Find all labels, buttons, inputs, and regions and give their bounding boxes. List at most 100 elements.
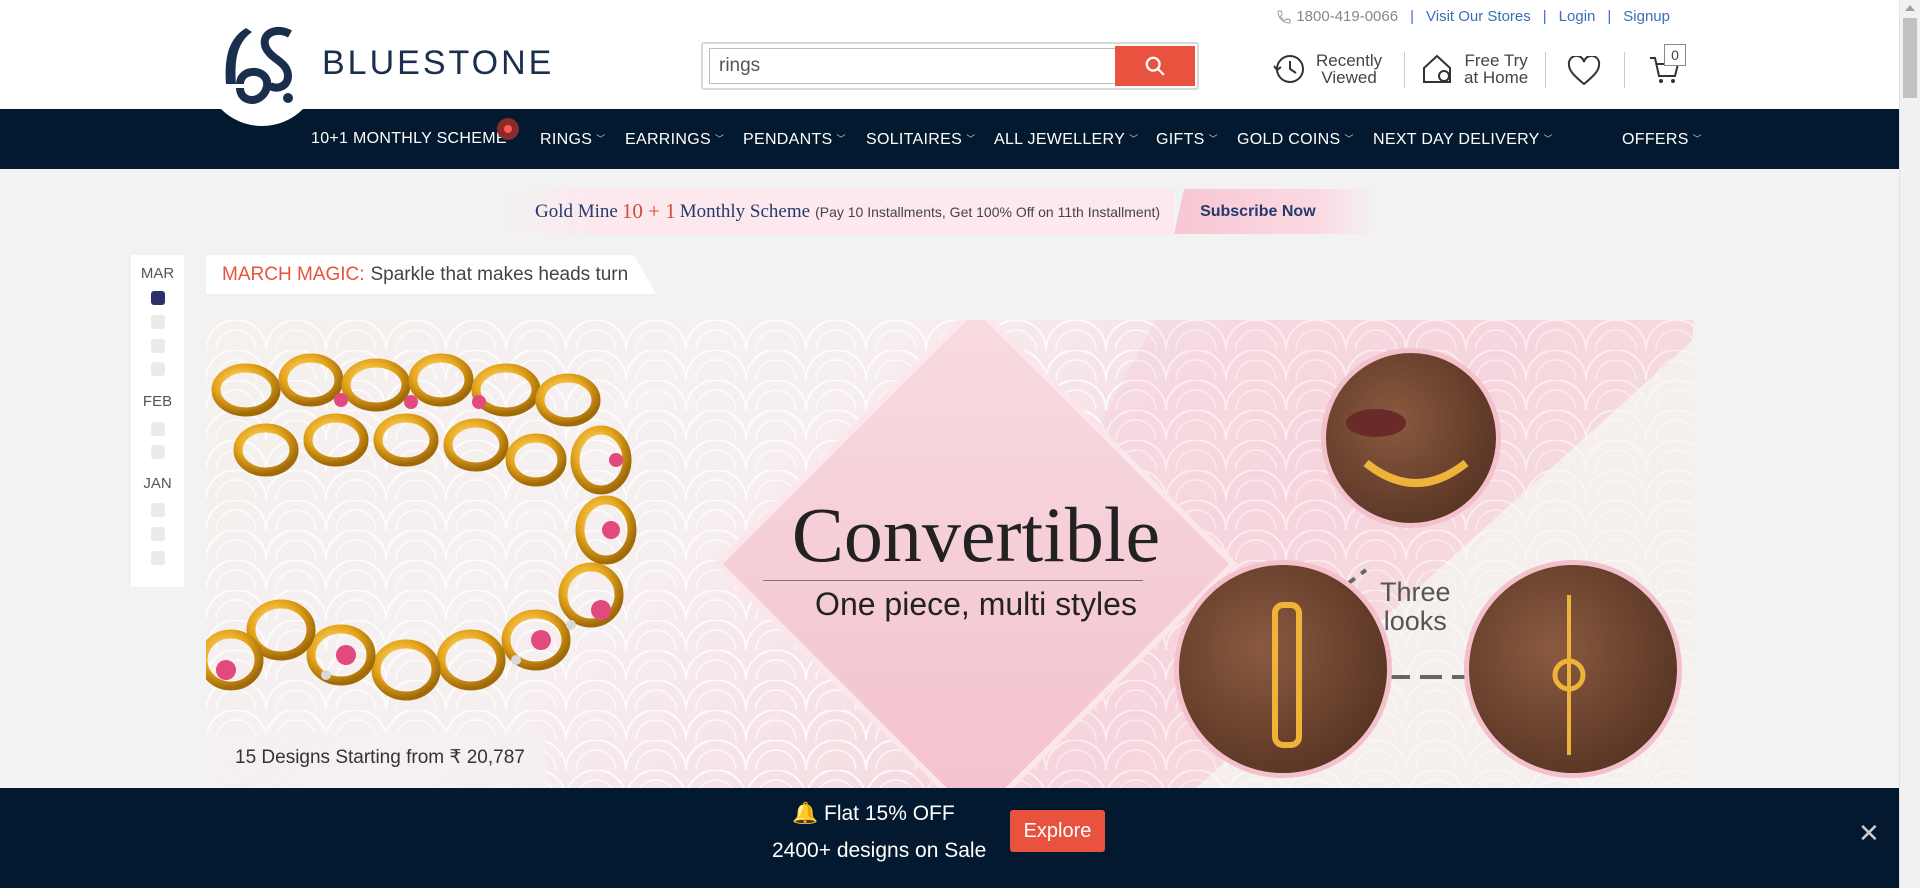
nav-label: GIFTS (1156, 131, 1205, 148)
search-input[interactable] (709, 48, 1117, 84)
page-scrollbar[interactable] (1899, 0, 1920, 888)
nav-monthly-scheme[interactable]: 10+1 MONTHLY SCHEME (311, 109, 507, 169)
story-highlight: MARCH MAGIC: (222, 263, 365, 285)
phone-icon (1277, 10, 1291, 24)
nav-pendants[interactable]: PENDANTS ﹀ (743, 109, 846, 169)
nav-next-day-delivery[interactable]: NEXT DAY DELIVERY ﹀ (1373, 109, 1553, 169)
timeline-month-jan: JAN (143, 475, 172, 492)
search-icon (1145, 56, 1165, 76)
chevron-down-icon: ﹀ (836, 134, 846, 144)
timeline-dot-active[interactable] (151, 291, 165, 305)
nav-label: NEXT DAY DELIVERY (1373, 131, 1540, 148)
promo-discount: Flat 15% OFF (824, 802, 955, 825)
timeline-dot[interactable] (151, 445, 165, 459)
divider: | (1542, 8, 1547, 25)
search-button[interactable] (1115, 46, 1195, 86)
nav-gifts[interactable]: GIFTS ﹀ (1156, 109, 1218, 169)
bluestone-logo-icon[interactable] (216, 24, 300, 108)
subscribe-label: Subscribe Now (1200, 202, 1316, 220)
timeline-month-mar: MAR (140, 265, 175, 282)
history-icon (1273, 55, 1304, 83)
scheme-note: (Pay 10 Installments, Get 100% Off on 11… (815, 203, 1161, 220)
header-divider (1404, 52, 1405, 88)
top-links: 1800-419-0066 | Visit Our Stores | Login… (1276, 8, 1670, 25)
home-ring-icon (1423, 54, 1451, 83)
banner-title-underline (763, 580, 1143, 581)
recently-viewed-label-2: Viewed (1321, 68, 1377, 87)
explore-button[interactable]: Explore (1010, 810, 1105, 852)
visit-stores-link[interactable]: Visit Our Stores (1426, 8, 1531, 25)
header-divider (1624, 52, 1625, 88)
chevron-down-icon: ﹀ (1208, 134, 1218, 144)
timeline-dot[interactable] (151, 315, 165, 329)
necklace-look-image (1321, 348, 1501, 528)
timeline-dot[interactable] (151, 362, 165, 376)
nav-rings[interactable]: RINGS ﹀ (540, 109, 605, 169)
convertible-hero-banner[interactable]: Convertible One piece, multi styles Thre… (206, 320, 1693, 788)
nav-label: ALL JEWELLERY (994, 131, 1126, 148)
scheme-text: Gold Mine 10 + 1 Monthly Scheme (Pay 10 … (495, 189, 1175, 234)
chevron-down-icon: ﹀ (1543, 134, 1553, 144)
chevron-down-icon: ﹀ (1129, 134, 1139, 144)
recently-viewed-label: Recently (1316, 51, 1383, 70)
chevron-down-icon: ﹀ (714, 134, 725, 144)
bell-icon: 🔔 (792, 802, 819, 825)
try-at-home-button[interactable]: Free Try at Home (1420, 52, 1528, 86)
scroll-up-icon[interactable] (1905, 5, 1915, 11)
chevron-down-icon: ﹀ (596, 134, 606, 144)
search-bar (701, 42, 1199, 90)
timeline-dot[interactable] (151, 503, 165, 517)
story-text: Sparkle that makes heads turn (370, 263, 629, 285)
nav-label: RINGS (540, 131, 593, 148)
chevron-down-icon: ﹀ (1344, 134, 1354, 144)
timeline-dot[interactable] (151, 422, 165, 436)
signup-link[interactable]: Signup (1623, 8, 1670, 25)
try-home-label-2: at Home (1464, 68, 1529, 87)
gold-mine-scheme-banner[interactable]: Gold Mine 10 + 1 Monthly Scheme (Pay 10 … (495, 189, 1435, 234)
nav-gold-coins[interactable]: GOLD COINS ﹀ (1237, 109, 1354, 169)
phone-link[interactable]: 1800-419-0066 (1276, 8, 1398, 25)
close-icon[interactable]: ✕ (1858, 818, 1880, 849)
nav-label: SOLITAIRES (866, 131, 963, 148)
bracelet-look-image-1 (1174, 560, 1392, 778)
cart-count-badge: 0 (1664, 44, 1686, 66)
nav-label: OFFERS (1622, 131, 1689, 148)
chevron-down-icon: ﹀ (966, 134, 976, 144)
divider: | (1607, 8, 1612, 25)
nav-offers[interactable]: OFFERS ﹀ (1622, 109, 1702, 169)
timeline-dot[interactable] (151, 551, 165, 565)
phone-number: 1800-419-0066 (1296, 8, 1399, 25)
looks-line-2: looks (1383, 606, 1447, 636)
nav-all-jewellery[interactable]: ALL JEWELLERY ﹀ (994, 109, 1138, 169)
wishlist-button[interactable] (1567, 56, 1601, 86)
three-looks-label: Three looks (1380, 578, 1451, 636)
timeline-dot[interactable] (151, 339, 165, 353)
scrollbar-thumb[interactable] (1903, 18, 1917, 98)
scheme-title: Gold Mine (535, 200, 618, 222)
try-home-label: Free Try (1464, 51, 1528, 70)
nav-label: 10+1 MONTHLY SCHEME (311, 130, 507, 147)
heart-icon (1567, 56, 1601, 86)
promo-subtext: 2400+ designs on Sale (772, 839, 987, 862)
gold-bangle-image (206, 353, 637, 701)
recently-viewed-button[interactable]: Recently Viewed (1272, 52, 1382, 86)
banner-subtitle: One piece, multi styles (815, 586, 1137, 622)
brand-wordmark[interactable]: BLUESTONE (322, 44, 554, 83)
new-indicator-dot (497, 118, 519, 140)
banner-title: Convertible (791, 491, 1161, 578)
nav-earrings[interactable]: EARRINGS ﹀ (625, 109, 724, 169)
login-link[interactable]: Login (1559, 8, 1596, 25)
designs-count-label: 15 Designs Starting from ₹ 20,787 (206, 732, 546, 788)
divider: | (1410, 8, 1414, 25)
scheme-title-suffix: Monthly Scheme (679, 200, 811, 222)
timeline-month-feb: FEB (142, 393, 173, 410)
sale-promo-bar: 🔔 Flat 15% OFF 2400+ designs on Sale Exp… (0, 788, 1899, 888)
story-heading: MARCH MAGIC: Sparkle that makes heads tu… (206, 255, 657, 294)
nav-label: GOLD COINS (1237, 131, 1341, 148)
timeline-dot[interactable] (151, 527, 165, 541)
nav-solitaires[interactable]: SOLITAIRES ﹀ (866, 109, 975, 169)
subscribe-now-button[interactable]: Subscribe Now (1174, 189, 1376, 234)
story-timeline: MAR FEB JAN (131, 255, 184, 587)
header-divider (1545, 52, 1546, 88)
promo-headline: 🔔 Flat 15% OFF (792, 802, 955, 826)
